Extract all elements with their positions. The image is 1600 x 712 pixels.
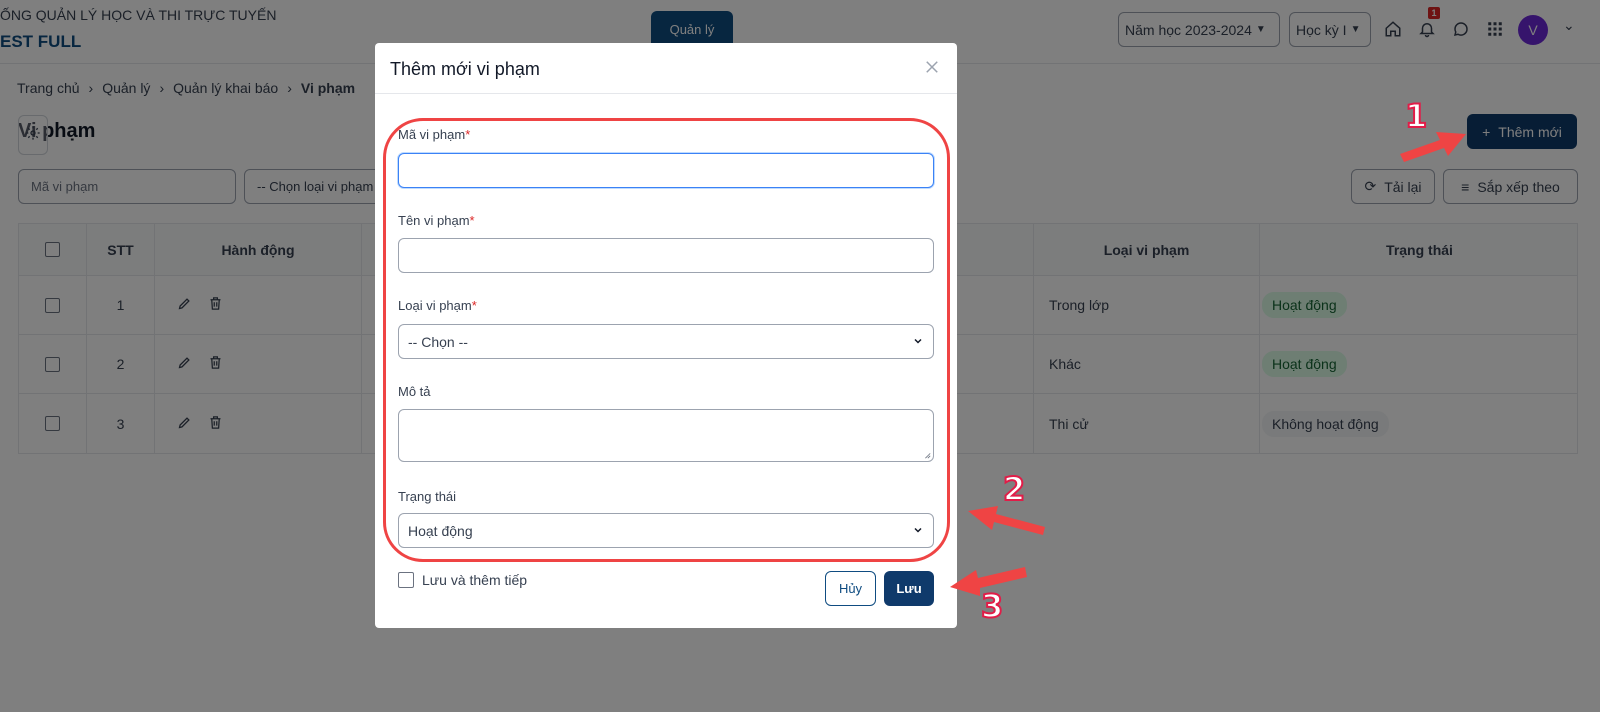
save-and-continue-label: Lưu và thêm tiếp: [422, 572, 528, 588]
save-and-continue-checkbox[interactable]: [398, 572, 414, 588]
save-button[interactable]: Lưu: [884, 571, 934, 606]
close-icon[interactable]: [920, 55, 944, 79]
modal-header: Thêm mới vi phạm: [375, 43, 957, 94]
annotation-step-3: 3: [980, 586, 1004, 626]
annotation-step-1: 1: [1404, 96, 1428, 136]
cancel-button[interactable]: Hủy: [825, 571, 876, 606]
save-and-continue-option[interactable]: Lưu và thêm tiếp: [398, 572, 527, 588]
annotation-step-2: 2: [1002, 469, 1026, 509]
add-violation-modal: Thêm mới vi phạm Mã vi phạm* Tên vi phạm…: [375, 43, 957, 628]
modal-title: Thêm mới vi phạm: [390, 59, 540, 79]
annotation-highlight-box: [383, 118, 950, 562]
